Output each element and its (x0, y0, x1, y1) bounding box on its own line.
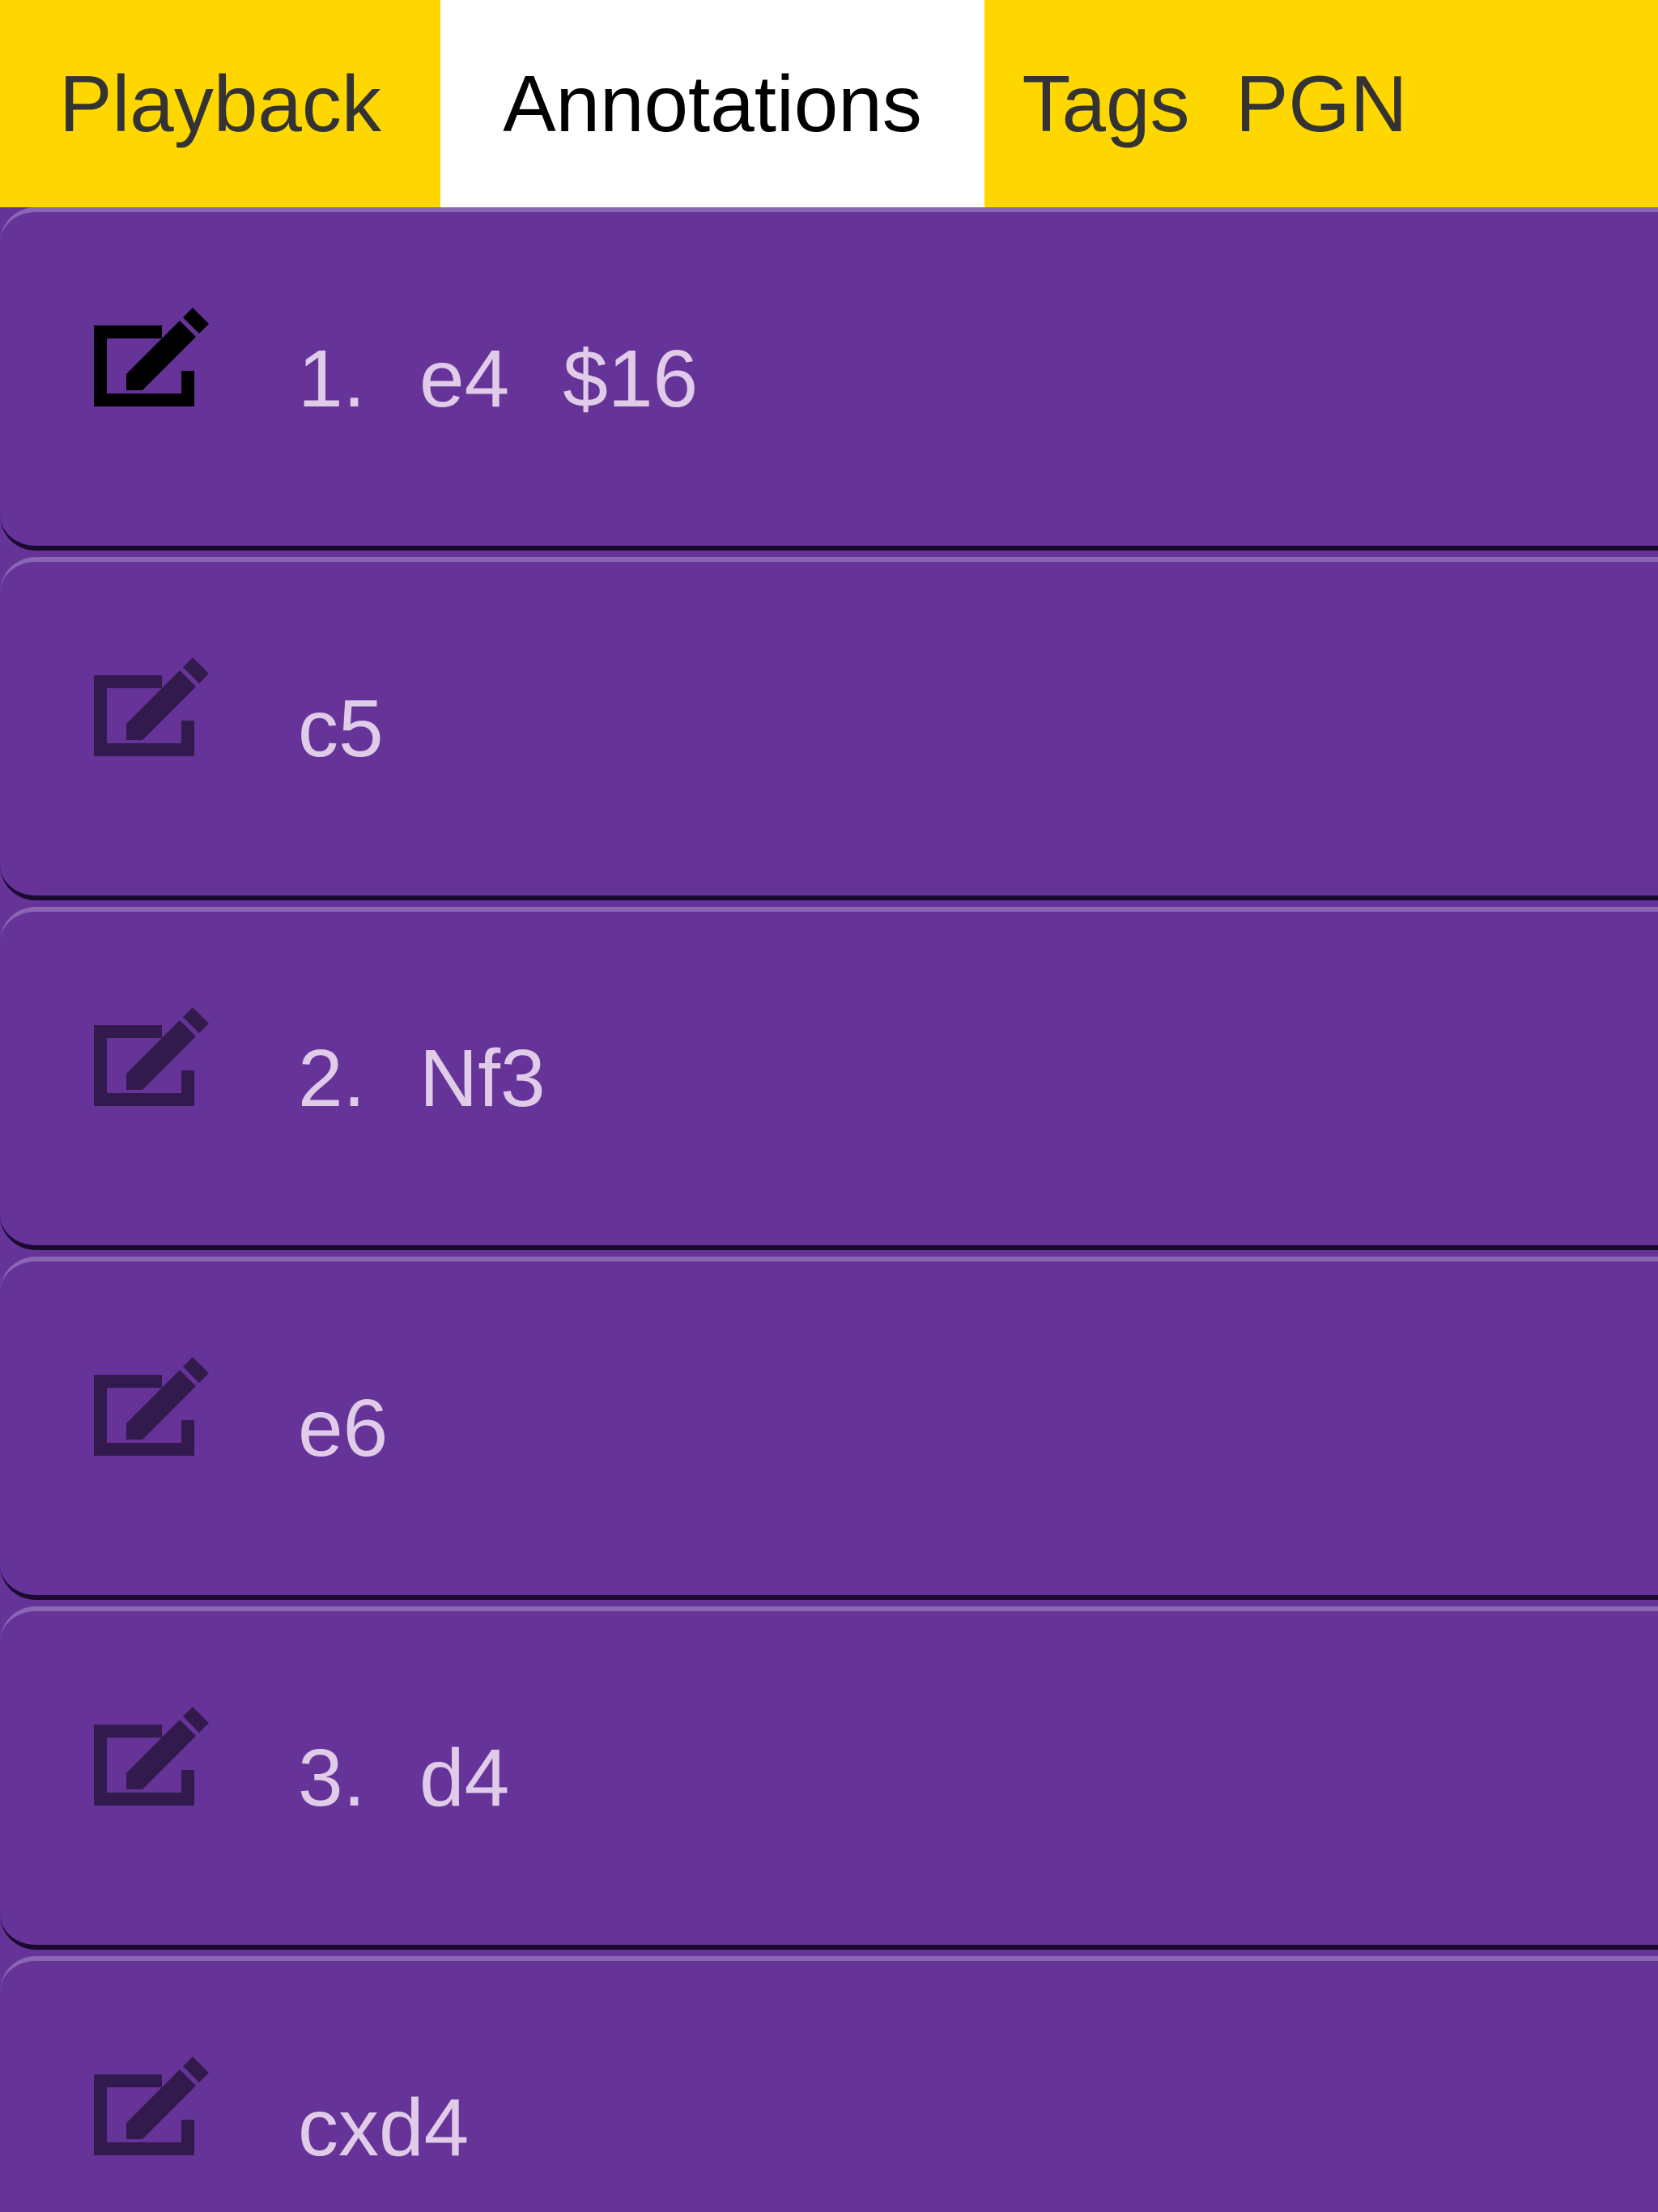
edit-icon[interactable] (87, 649, 210, 763)
edit-icon[interactable] (87, 1699, 210, 1812)
tab-playback[interactable]: Playback (0, 0, 440, 207)
edit-icon[interactable] (87, 1349, 210, 1462)
tab-annotations[interactable]: Annotations (440, 0, 984, 207)
move-nag: $16 (563, 333, 699, 424)
move-row[interactable]: c5 (0, 557, 1658, 900)
move-san: d4 (419, 1732, 510, 1823)
move-san: cxd4 (298, 2082, 470, 2173)
move-san: e6 (298, 1382, 389, 1474)
move-number: 2. (298, 1032, 366, 1124)
tab-bar: Playback Annotations Tags PGN (0, 0, 1658, 207)
move-san: c5 (298, 683, 384, 774)
move-number: 1. (298, 333, 366, 424)
edit-icon[interactable] (87, 2048, 210, 2162)
move-san: Nf3 (419, 1032, 546, 1124)
move-san: e4 (419, 333, 510, 424)
move-row[interactable]: 2. Nf3 (0, 907, 1658, 1250)
tab-tags[interactable]: Tags (984, 0, 1227, 207)
move-row[interactable]: 1. e4 $16 (0, 207, 1658, 551)
move-list: 1. e4 $16 c5 2. Nf3 e6 3. d4 cxd4 (0, 207, 1658, 2212)
edit-icon[interactable] (87, 300, 210, 413)
move-number: 3. (298, 1732, 366, 1823)
tab-pgn[interactable]: PGN (1227, 0, 1553, 207)
move-row[interactable]: 3. d4 (0, 1606, 1658, 1950)
edit-icon[interactable] (87, 999, 210, 1112)
move-row[interactable]: cxd4 (0, 1956, 1658, 2212)
move-row[interactable]: e6 (0, 1257, 1658, 1600)
